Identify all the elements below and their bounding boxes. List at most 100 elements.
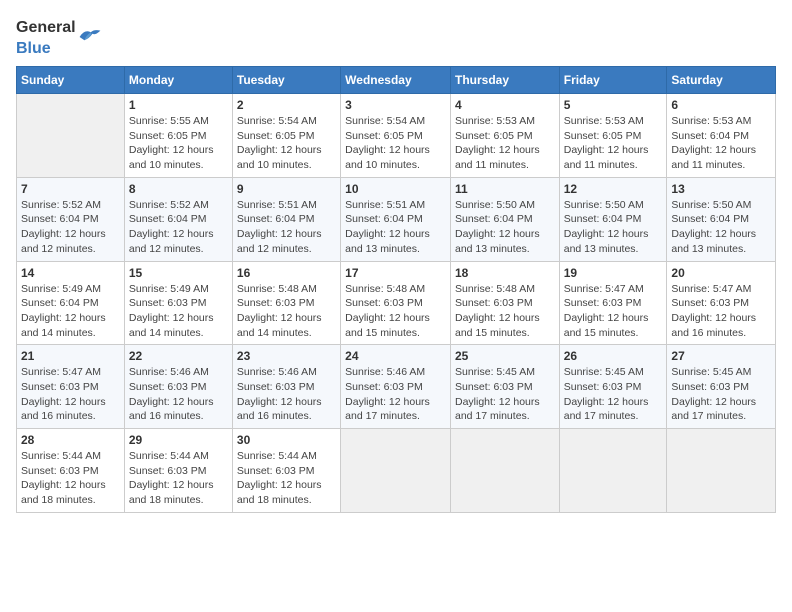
day-info: Sunrise: 5:54 AMSunset: 6:05 PMDaylight:… [237,114,336,173]
calendar-cell: 15 Sunrise: 5:49 AMSunset: 6:03 PMDayligh… [124,261,232,345]
calendar-table: SundayMondayTuesdayWednesdayThursdayFrid… [16,66,776,513]
day-info: Sunrise: 5:51 AMSunset: 6:04 PMDaylight:… [237,198,336,257]
day-number: 6 [671,98,771,112]
day-info: Sunrise: 5:46 AMSunset: 6:03 PMDaylight:… [345,365,446,424]
calendar-cell: 26 Sunrise: 5:45 AMSunset: 6:03 PMDayligh… [559,345,667,429]
calendar-cell: 8 Sunrise: 5:52 AMSunset: 6:04 PMDaylight… [124,177,232,261]
day-info: Sunrise: 5:49 AMSunset: 6:03 PMDaylight:… [129,282,228,341]
calendar-cell: 6 Sunrise: 5:53 AMSunset: 6:04 PMDaylight… [667,94,776,178]
day-number: 8 [129,182,228,196]
calendar-cell: 25Sunrise: 5:45 AMSunset: 6:03 PMDayligh… [450,345,559,429]
calendar-cell: 28 Sunrise: 5:44 AMSunset: 6:03 PMDayligh… [17,429,125,513]
calendar-cell [341,429,451,513]
day-info: Sunrise: 5:54 AMSunset: 6:05 PMDaylight:… [345,114,446,173]
day-number: 16 [237,266,336,280]
calendar-week-5: 28 Sunrise: 5:44 AMSunset: 6:03 PMDayligh… [17,429,776,513]
calendar-cell: 19 Sunrise: 5:47 AMSunset: 6:03 PMDayligh… [559,261,667,345]
logo-blue-text: Blue [16,40,51,57]
day-info: Sunrise: 5:52 AMSunset: 6:04 PMDaylight:… [21,198,120,257]
calendar-cell: 24 Sunrise: 5:46 AMSunset: 6:03 PMDayligh… [341,345,451,429]
day-info: Sunrise: 5:49 AMSunset: 6:04 PMDaylight:… [21,282,120,341]
calendar-cell [559,429,667,513]
day-number: 18 [455,266,555,280]
calendar-cell: 2 Sunrise: 5:54 AMSunset: 6:05 PMDaylight… [232,94,340,178]
calendar-cell: 4 Sunrise: 5:53 AMSunset: 6:05 PMDaylight… [450,94,559,178]
calendar-cell [17,94,125,178]
logo-general-text: General [16,19,76,36]
day-number: 22 [129,349,228,363]
day-info: Sunrise: 5:52 AMSunset: 6:04 PMDaylight:… [129,198,228,257]
day-number: 30 [237,433,336,447]
day-info: Sunrise: 5:50 AMSunset: 6:04 PMDaylight:… [455,198,555,257]
day-info: Sunrise: 5:45 AMSunset: 6:03 PMDaylight:… [564,365,663,424]
day-info: Sunrise: 5:50 AMSunset: 6:04 PMDaylight:… [564,198,663,257]
day-info: Sunrise: 5:44 AMSunset: 6:03 PMDaylight:… [21,449,120,508]
calendar-cell: 20Sunrise: 5:47 AMSunset: 6:03 PMDayligh… [667,261,776,345]
day-number: 2 [237,98,336,112]
days-of-week-header: SundayMondayTuesdayWednesdayThursdayFrid… [17,67,776,94]
dow-wednesday: Wednesday [341,67,451,94]
calendar-cell: 29Sunrise: 5:44 AMSunset: 6:03 PMDayligh… [124,429,232,513]
calendar-cell: 21Sunrise: 5:47 AMSunset: 6:03 PMDayligh… [17,345,125,429]
day-number: 15 [129,266,228,280]
logo: General Blue [16,16,102,58]
day-info: Sunrise: 5:46 AMSunset: 6:03 PMDaylight:… [129,365,228,424]
calendar-cell: 30 Sunrise: 5:44 AMSunset: 6:03 PMDayligh… [232,429,340,513]
day-info: Sunrise: 5:51 AMSunset: 6:04 PMDaylight:… [345,198,446,257]
calendar-body: 1Sunrise: 5:55 AMSunset: 6:05 PMDaylight… [17,94,776,513]
day-number: 24 [345,349,446,363]
day-info: Sunrise: 5:45 AMSunset: 6:03 PMDaylight:… [671,365,771,424]
day-number: 5 [564,98,663,112]
day-number: 26 [564,349,663,363]
day-info: Sunrise: 5:48 AMSunset: 6:03 PMDaylight:… [345,282,446,341]
day-number: 1 [129,98,228,112]
day-info: Sunrise: 5:46 AMSunset: 6:03 PMDaylight:… [237,365,336,424]
calendar-cell: 22 Sunrise: 5:46 AMSunset: 6:03 PMDayligh… [124,345,232,429]
day-number: 7 [21,182,120,196]
dow-saturday: Saturday [667,67,776,94]
day-number: 20 [671,266,771,280]
dow-friday: Friday [559,67,667,94]
day-info: Sunrise: 5:44 AMSunset: 6:03 PMDaylight:… [237,449,336,508]
day-number: 13 [671,182,771,196]
calendar-cell: 23 Sunrise: 5:46 AMSunset: 6:03 PMDayligh… [232,345,340,429]
day-info: Sunrise: 5:53 AMSunset: 6:05 PMDaylight:… [564,114,663,173]
dow-sunday: Sunday [17,67,125,94]
day-info: Sunrise: 5:48 AMSunset: 6:03 PMDaylight:… [455,282,555,341]
dow-monday: Monday [124,67,232,94]
calendar-cell [450,429,559,513]
calendar-cell: 14 Sunrise: 5:49 AMSunset: 6:04 PMDayligh… [17,261,125,345]
calendar-week-1: 1Sunrise: 5:55 AMSunset: 6:05 PMDaylight… [17,94,776,178]
calendar-week-4: 21Sunrise: 5:47 AMSunset: 6:03 PMDayligh… [17,345,776,429]
calendar-cell: 11 Sunrise: 5:50 AMSunset: 6:04 PMDayligh… [450,177,559,261]
dow-thursday: Thursday [450,67,559,94]
calendar-cell: 13 Sunrise: 5:50 AMSunset: 6:04 PMDayligh… [667,177,776,261]
calendar-cell: 17 Sunrise: 5:48 AMSunset: 6:03 PMDayligh… [341,261,451,345]
calendar-cell [667,429,776,513]
day-number: 25 [455,349,555,363]
day-info: Sunrise: 5:53 AMSunset: 6:05 PMDaylight:… [455,114,555,173]
day-number: 19 [564,266,663,280]
day-number: 17 [345,266,446,280]
day-number: 4 [455,98,555,112]
day-info: Sunrise: 5:47 AMSunset: 6:03 PMDaylight:… [564,282,663,341]
day-number: 11 [455,182,555,196]
day-number: 23 [237,349,336,363]
day-number: 3 [345,98,446,112]
day-number: 9 [237,182,336,196]
day-info: Sunrise: 5:53 AMSunset: 6:04 PMDaylight:… [671,114,771,173]
header: General Blue [16,16,776,58]
calendar-cell: 9 Sunrise: 5:51 AMSunset: 6:04 PMDaylight… [232,177,340,261]
calendar-cell: 18 Sunrise: 5:48 AMSunset: 6:03 PMDayligh… [450,261,559,345]
day-info: Sunrise: 5:47 AMSunset: 6:03 PMDaylight:… [21,365,120,424]
day-number: 28 [21,433,120,447]
logo-bird-icon [78,27,102,47]
day-number: 14 [21,266,120,280]
calendar-week-3: 14 Sunrise: 5:49 AMSunset: 6:04 PMDayligh… [17,261,776,345]
day-info: Sunrise: 5:48 AMSunset: 6:03 PMDaylight:… [237,282,336,341]
calendar-cell: 27 Sunrise: 5:45 AMSunset: 6:03 PMDayligh… [667,345,776,429]
day-number: 27 [671,349,771,363]
calendar-cell: 5 Sunrise: 5:53 AMSunset: 6:05 PMDaylight… [559,94,667,178]
day-info: Sunrise: 5:50 AMSunset: 6:04 PMDaylight:… [671,198,771,257]
day-number: 10 [345,182,446,196]
